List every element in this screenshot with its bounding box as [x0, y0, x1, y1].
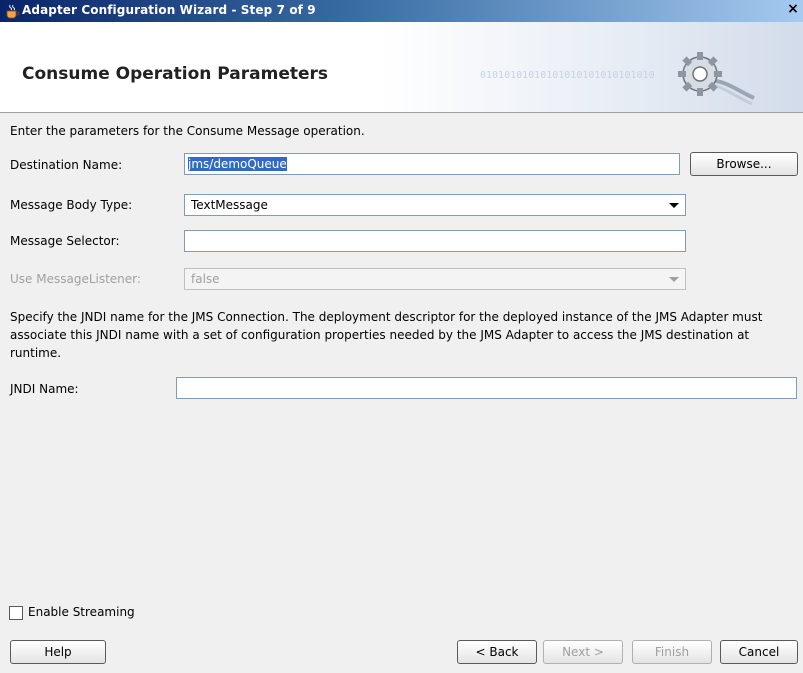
chevron-down-icon	[669, 203, 679, 208]
adapter-gear-icon	[678, 52, 755, 106]
window-title-bar: Adapter Configuration Wizard - Step 7 of…	[0, 0, 803, 22]
page-title: Consume Operation Parameters	[22, 64, 329, 84]
destination-name-input[interactable]: jms/demoQueue	[184, 153, 680, 175]
enable-streaming-label: Enable Streaming	[28, 605, 135, 619]
cancel-button[interactable]: Cancel	[720, 640, 798, 664]
use-message-listener-value: false	[191, 272, 220, 286]
message-selector-label: Message Selector:	[10, 234, 120, 248]
jndi-description: Specify the JNDI name for the JMS Connec…	[10, 310, 763, 360]
use-message-listener-label: Use MessageListener:	[10, 272, 141, 286]
jndi-name-input[interactable]	[176, 377, 797, 399]
destination-name-label: Destination Name:	[10, 158, 123, 172]
message-body-type-label: Message Body Type:	[10, 198, 133, 212]
wizard-banner: 01010101010101010101010101010 Consume Op…	[0, 22, 803, 113]
close-button[interactable]: ×	[785, 2, 801, 18]
message-body-type-value: TextMessage	[191, 198, 268, 212]
use-message-listener-select: false	[184, 268, 686, 290]
finish-button[interactable]: Finish	[632, 640, 712, 664]
window-title: Adapter Configuration Wizard - Step 7 of…	[22, 3, 316, 17]
next-button[interactable]: Next >	[543, 640, 623, 664]
destination-name-value: jms/demoQueue	[188, 157, 287, 171]
java-cup-icon	[6, 4, 20, 19]
close-icon: ×	[787, 1, 799, 17]
message-body-type-select[interactable]: TextMessage	[184, 194, 686, 216]
jndi-name-label: JNDI Name:	[10, 382, 79, 396]
help-button[interactable]: Help	[10, 640, 106, 664]
intro-text: Enter the parameters for the Consume Mes…	[10, 124, 365, 138]
message-selector-input[interactable]	[184, 230, 686, 252]
browse-button[interactable]: Browse...	[690, 152, 798, 176]
back-button[interactable]: < Back	[457, 640, 537, 664]
binary-decoration: 01010101010101010101010101010	[480, 70, 655, 81]
chevron-down-icon	[669, 277, 679, 282]
enable-streaming-checkbox[interactable]	[9, 606, 23, 620]
